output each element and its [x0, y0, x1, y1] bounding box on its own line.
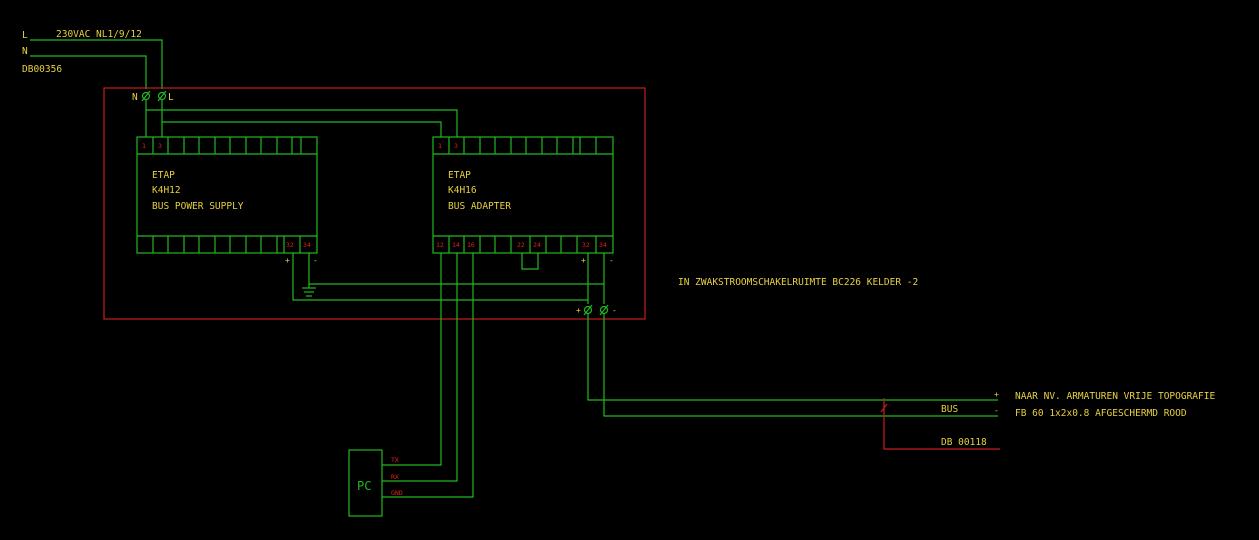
supply-db-label: DB00356 [22, 64, 62, 75]
pc-label: PC [357, 479, 371, 493]
bus-wiring [292, 253, 605, 304]
jumper-22-24 [521, 253, 539, 270]
outgoing-bus-cable: + - BUS NAAR NV. ARMATUREN VRIJE TOPOGRA… [587, 314, 1215, 450]
psu-plus-label: + [285, 256, 290, 265]
terminal-l-label: L [168, 92, 174, 103]
psu-pin-1: 1 [142, 142, 146, 150]
pc-block: PC TX RX GND [348, 449, 403, 517]
entry-terminals: N L [132, 90, 174, 103]
psu-model: K4H12 [152, 185, 181, 196]
output-db-label: DB 00118 [941, 437, 987, 448]
output-plus-label: + [994, 390, 999, 399]
cable-spec-label: FB 60 1x2x0.8 AFGESCHERMD ROOD [1015, 408, 1187, 419]
adapter-pin-22: 22 [517, 241, 525, 249]
adapter-plus-label: + [581, 256, 586, 265]
adapter-pin-14: 14 [452, 241, 460, 249]
adapter-pin-24: 24 [533, 241, 541, 249]
adapter-name: BUS ADAPTER [448, 201, 511, 212]
bus-power-supply-module: 1 3 32 34 ETAP K4H12 BUS POWER SUPPLY + … [136, 136, 318, 265]
psu-minus-label: - [313, 256, 318, 265]
psu-brand: ETAP [152, 170, 175, 181]
supply-feed: L N 230VAC NL1/9/12 DB00356 [22, 29, 163, 89]
psu-pin-34: 34 [303, 241, 311, 249]
adapter-model: K4H16 [448, 185, 477, 196]
terminal-l-symbol [157, 90, 167, 102]
psu-pin-3: 3 [158, 142, 162, 150]
psu-pin-32: 32 [286, 241, 294, 249]
pc-gnd-label: GND [391, 489, 403, 497]
adapter-brand: ETAP [448, 170, 471, 181]
ground-icon [302, 287, 316, 297]
terminal-n-symbol [141, 90, 151, 102]
pc-tx-label: TX [391, 456, 399, 464]
bus-terminal-minus-symbol [599, 304, 609, 316]
adapter-pin-12: 12 [436, 241, 444, 249]
bus-output-terminals: + - [576, 304, 617, 316]
adapter-pin-1: 1 [438, 142, 442, 150]
supply-voltage-label: 230VAC NL1/9/12 [56, 29, 142, 40]
output-minus-label: - [994, 406, 999, 415]
pc-rx-label: RX [391, 473, 399, 481]
terminal-n-label: N [132, 92, 138, 103]
adapter-pin-34: 34 [599, 241, 607, 249]
supply-neutral-label: N [22, 46, 28, 57]
mains-wiring [145, 100, 458, 137]
bus-label: BUS [941, 404, 958, 415]
supply-line-label: L [22, 30, 28, 41]
enclosure-location-note: IN ZWAKSTROOMSCHAKELRUIMTE BC226 KELDER … [678, 277, 918, 288]
adapter-minus-label: - [609, 256, 614, 265]
adapter-pin-32: 32 [582, 241, 590, 249]
adapter-pin-16: 16 [467, 241, 475, 249]
destination-label: NAAR NV. ARMATUREN VRIJE TOPOGRAFIE [1015, 391, 1215, 402]
bus-terminal-plus-symbol [583, 304, 593, 316]
bus-terminal-plus: + [576, 306, 581, 315]
adapter-pin-3: 3 [454, 142, 458, 150]
wiring-diagram: L N 230VAC NL1/9/12 DB00356 N L 1 3 32 3… [22, 29, 1215, 517]
bus-terminal-minus: - [612, 306, 617, 315]
bus-adapter-module: 1 3 12 14 16 22 24 32 34 ETAP K4H16 BUS … [432, 136, 614, 265]
psu-name: BUS POWER SUPPLY [152, 201, 244, 212]
